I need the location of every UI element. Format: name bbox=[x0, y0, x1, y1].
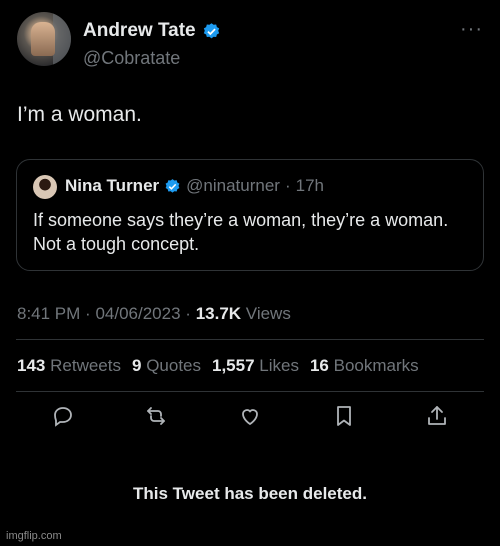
retweets-label: Retweets bbox=[50, 356, 121, 375]
reply-button[interactable] bbox=[49, 402, 77, 430]
deleted-notice: This Tweet has been deleted. bbox=[133, 484, 367, 503]
retweet-icon bbox=[147, 407, 166, 425]
watermark: imgflip.com bbox=[6, 530, 62, 542]
divider bbox=[16, 339, 484, 340]
tweet-header: Andrew Tate @Cobratate ··· bbox=[17, 12, 487, 68]
author-avatar[interactable] bbox=[17, 12, 71, 66]
quoted-author-name: Nina Turner bbox=[65, 176, 160, 195]
quoted-author-avatar bbox=[33, 175, 57, 199]
quoted-author-row: Nina Turner @ninaturner · 17h bbox=[65, 176, 324, 196]
views-label: Views bbox=[245, 304, 291, 323]
meta-separator: · bbox=[185, 304, 191, 323]
more-options-icon[interactable]: ··· bbox=[460, 18, 483, 41]
bookmarks-stat[interactable]: 16 Bookmarks bbox=[310, 356, 419, 376]
like-button[interactable] bbox=[236, 402, 264, 430]
like-icon bbox=[242, 409, 258, 426]
share-icon bbox=[428, 406, 447, 425]
tweet-time[interactable]: 8:41 PM bbox=[17, 304, 80, 323]
reply-icon bbox=[53, 407, 72, 427]
verified-badge-icon bbox=[165, 178, 180, 193]
retweets-stat[interactable]: 143 Retweets bbox=[17, 356, 121, 376]
share-button[interactable] bbox=[423, 402, 451, 430]
bookmarks-count: 16 bbox=[309, 356, 329, 375]
tweet-meta: 8:41 PM · 04/06/2023 · 13.7K Views bbox=[17, 304, 291, 324]
author-handle[interactable]: @Cobratate bbox=[83, 48, 180, 69]
quotes-count: 9 bbox=[131, 356, 142, 375]
meta-separator: · bbox=[85, 304, 91, 323]
likes-stat[interactable]: 1,557 Likes bbox=[212, 356, 299, 376]
bookmarks-label: Bookmarks bbox=[333, 356, 419, 375]
quoted-time: 17h bbox=[295, 176, 324, 195]
bookmark-icon bbox=[336, 406, 351, 426]
tweet-text: I’m a woman. bbox=[17, 103, 142, 126]
quotes-stat[interactable]: 9 Quotes bbox=[132, 356, 201, 376]
engagement-stats: 143 Retweets 9 Quotes 1,557 Likes 16 Boo… bbox=[17, 356, 419, 376]
quotes-label: Quotes bbox=[146, 356, 201, 375]
quoted-author-handle: @ninaturner bbox=[186, 176, 280, 195]
divider bbox=[16, 391, 484, 392]
bookmark-button[interactable] bbox=[330, 402, 358, 430]
action-bar bbox=[16, 402, 484, 438]
retweet-button[interactable] bbox=[142, 402, 170, 430]
quoted-tweet[interactable]: Nina Turner @ninaturner · 17h If someone… bbox=[16, 159, 484, 271]
verified-badge-icon bbox=[203, 22, 219, 38]
retweets-count: 143 bbox=[17, 356, 46, 375]
tweet-date[interactable]: 04/06/2023 bbox=[95, 304, 180, 323]
views-count: 13.7K bbox=[195, 304, 242, 323]
likes-count: 1,557 bbox=[212, 356, 255, 375]
likes-label: Likes bbox=[259, 356, 299, 375]
author-name[interactable]: Andrew Tate bbox=[83, 20, 196, 42]
quoted-tweet-text: If someone says they’re a woman, they’re… bbox=[33, 210, 449, 254]
author-name-row: Andrew Tate bbox=[83, 20, 221, 42]
quoted-separator: · bbox=[284, 176, 291, 195]
